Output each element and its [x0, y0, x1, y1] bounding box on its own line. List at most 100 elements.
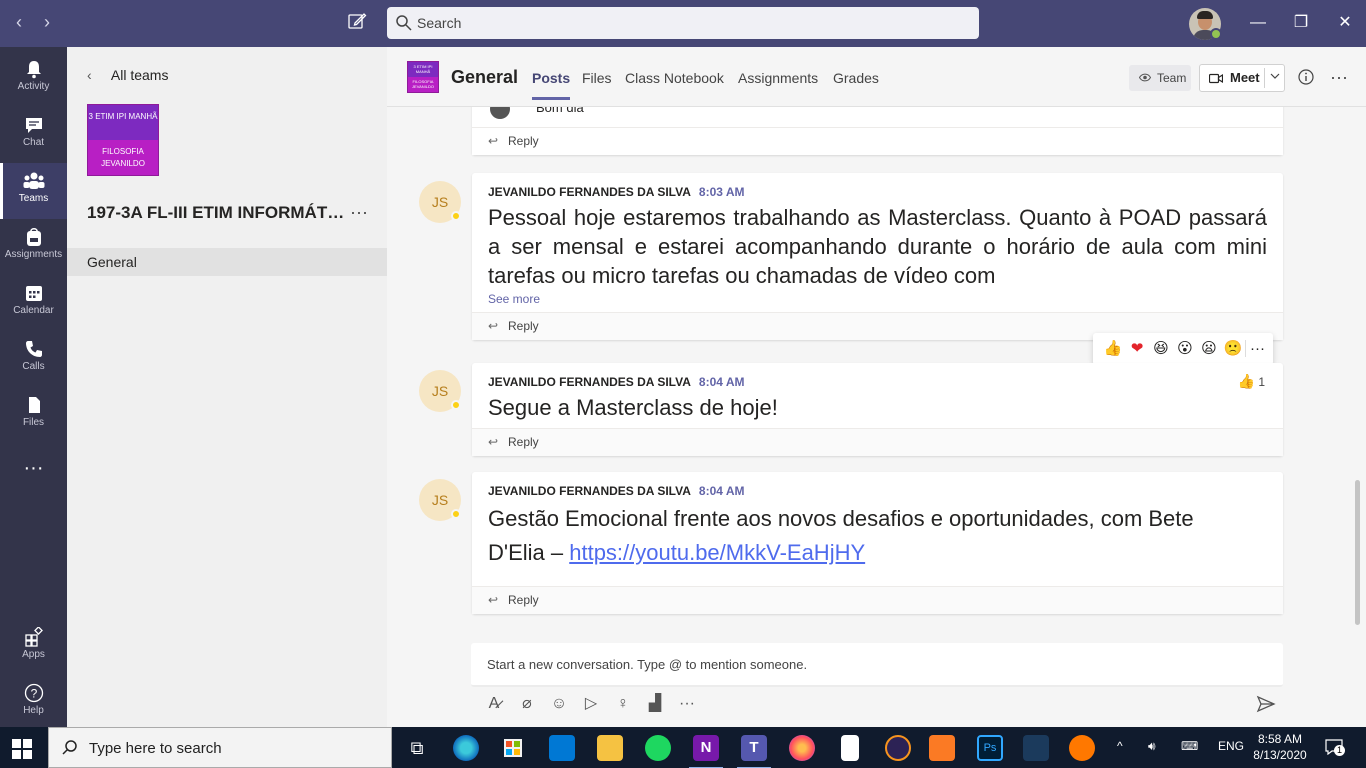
more-options-icon[interactable]: ··· [1330, 67, 1348, 88]
laugh-reaction-icon[interactable]: 😆 [1149, 339, 1173, 357]
new-chat-icon[interactable] [347, 11, 371, 35]
chevron-left-icon: ‹ [87, 67, 92, 83]
tab-assignments[interactable]: Assignments [738, 70, 818, 86]
tab-class-notebook[interactable]: Class Notebook [625, 70, 724, 86]
message-text: Segue a Masterclass de hoje! [488, 395, 778, 420]
surprised-reaction-icon[interactable]: 😮 [1173, 339, 1197, 357]
edge-icon[interactable] [453, 735, 479, 761]
send-icon[interactable] [1256, 694, 1276, 714]
format-icon[interactable]: A̷ [484, 694, 504, 714]
author-name: JEVANILDO FERNANDES DA SILVA [488, 484, 691, 498]
reply-icon: ↩ [488, 319, 499, 333]
sticker-icon[interactable]: ▷ [581, 694, 601, 714]
like-count-badge[interactable]: 👍 1 [1238, 373, 1265, 390]
document-icon[interactable] [841, 735, 859, 761]
back-arrow-icon[interactable]: ‹ [7, 10, 31, 34]
team-avatar: 3 ETIM IPI MANHÃ FILOSOFIA JEVANILDO [87, 104, 159, 176]
volume-icon[interactable]: 🔊︎ [1148, 739, 1156, 754]
all-teams-link[interactable]: ‹ All teams [87, 67, 168, 87]
file-explorer-icon[interactable] [597, 735, 623, 761]
insights-chart-icon[interactable]: ▟ [645, 694, 665, 714]
channel-item-general[interactable]: General [67, 248, 387, 276]
tab-posts[interactable]: Posts [532, 70, 571, 100]
search-input[interactable] [417, 7, 967, 39]
close-icon[interactable]: ✕ [1333, 12, 1357, 36]
windows-taskbar: Type here to search ⧉ N T Ps ^ 🔊︎ ⌨ ENG … [0, 727, 1366, 768]
store-icon[interactable] [500, 735, 526, 761]
avatar[interactable]: JS [419, 370, 461, 412]
taskbar-search-box[interactable]: Type here to search [48, 727, 392, 768]
conversation-list: Bom dia ↩ Reply JS JEVANILDO FERNANDES DA… [387, 107, 1366, 637]
app-apps[interactable]: Apps [0, 619, 67, 675]
reply-button[interactable]: ↩ Reply [472, 127, 1283, 155]
app-chat[interactable]: Chat [0, 107, 67, 163]
reply-button[interactable]: ↩ Reply [472, 428, 1283, 456]
praise-icon[interactable]: ♀ [613, 694, 633, 714]
file-icon [28, 397, 40, 413]
new-conversation-input[interactable] [487, 643, 1267, 685]
search-icon [396, 15, 412, 31]
like-reaction-icon[interactable]: 👍 [1101, 339, 1125, 357]
chevron-down-icon[interactable] [1270, 71, 1280, 81]
avatar[interactable]: JS [419, 181, 461, 223]
timestamp: 8:03 AM [698, 185, 745, 199]
teams-icon [23, 172, 44, 189]
avatar [490, 107, 510, 119]
app-assignments[interactable]: Assignments [0, 219, 67, 275]
scrollbar[interactable] [1355, 480, 1360, 625]
app-help[interactable]: ? Help [0, 675, 67, 731]
photoshop-icon[interactable]: Ps [977, 735, 1003, 761]
windows-start-icon[interactable] [12, 739, 32, 759]
post-card: JEVANILDO FERNANDES DA SILVA 8:03 AM Pess… [472, 173, 1283, 340]
teams-taskbar-icon[interactable]: T [737, 735, 771, 768]
app-files[interactable]: Files [0, 387, 67, 443]
keyboard-icon[interactable]: ⌨ [1181, 739, 1198, 753]
mail-icon[interactable] [549, 735, 575, 761]
reply-button[interactable]: ↩ Reply [472, 586, 1283, 614]
timestamp: 8:04 AM [698, 484, 745, 498]
xampp-icon[interactable] [929, 735, 955, 761]
onenote-icon[interactable]: N [689, 735, 723, 768]
attach-icon[interactable]: ⌀ [517, 694, 537, 714]
chevron-up-icon[interactable]: ^ [1117, 739, 1123, 753]
mysql-workbench-icon[interactable] [1023, 735, 1049, 761]
angry-reaction-icon[interactable]: 🙁 [1221, 339, 1245, 357]
forward-arrow-icon[interactable]: › [35, 10, 59, 34]
more-apps-button[interactable]: ··· [0, 443, 67, 499]
app-calendar[interactable]: Calendar [0, 275, 67, 331]
task-view-icon[interactable]: ⧉ [404, 735, 430, 761]
firefox-icon[interactable] [789, 735, 815, 761]
info-icon[interactable] [1298, 69, 1314, 85]
team-more-options-icon[interactable]: ··· [350, 202, 368, 223]
reply-icon: ↩ [488, 134, 499, 148]
search-bar[interactable] [387, 7, 979, 39]
spotify-icon[interactable] [645, 735, 671, 761]
language-indicator[interactable]: ENG [1218, 739, 1244, 753]
app-activity[interactable]: Activity [0, 51, 67, 107]
heart-reaction-icon[interactable]: ❤ [1125, 339, 1149, 357]
reaction-bar: 👍 ❤ 😆 😮 😦 🙁 ··· [1093, 333, 1273, 365]
emoji-icon[interactable]: ☺ [549, 694, 569, 714]
title-bar: ‹ › — ❐ ✕ [0, 0, 1366, 47]
meet-button[interactable]: Meet [1199, 64, 1285, 92]
team-button[interactable]: Team [1129, 65, 1191, 91]
more-options-icon[interactable]: ··· [1245, 340, 1269, 357]
youtube-link[interactable]: https://youtu.be/MkkV-EaHjHY [569, 540, 865, 565]
app-calls[interactable]: Calls [0, 331, 67, 387]
minimize-icon[interactable]: — [1246, 12, 1270, 36]
phone-icon [25, 341, 42, 357]
maximize-icon[interactable]: ❐ [1289, 12, 1313, 36]
avast-icon[interactable] [1069, 735, 1095, 761]
new-conversation-box[interactable] [471, 643, 1283, 687]
avatar[interactable]: JS [419, 479, 461, 521]
more-options-icon[interactable]: ··· [677, 694, 697, 714]
tab-grades[interactable]: Grades [833, 70, 879, 86]
tab-files[interactable]: Files [582, 70, 612, 86]
sad-reaction-icon[interactable]: 😦 [1197, 339, 1221, 357]
message-text: Gestão Emocional frente aos novos desafi… [488, 506, 1194, 565]
eclipse-icon[interactable] [885, 735, 911, 761]
clock[interactable]: 8:58 AM 8/13/2020 [1250, 731, 1310, 763]
see-more-link[interactable]: See more [488, 292, 1267, 306]
notification-icon[interactable]: 1 [1325, 739, 1345, 756]
app-teams[interactable]: Teams [0, 163, 67, 219]
